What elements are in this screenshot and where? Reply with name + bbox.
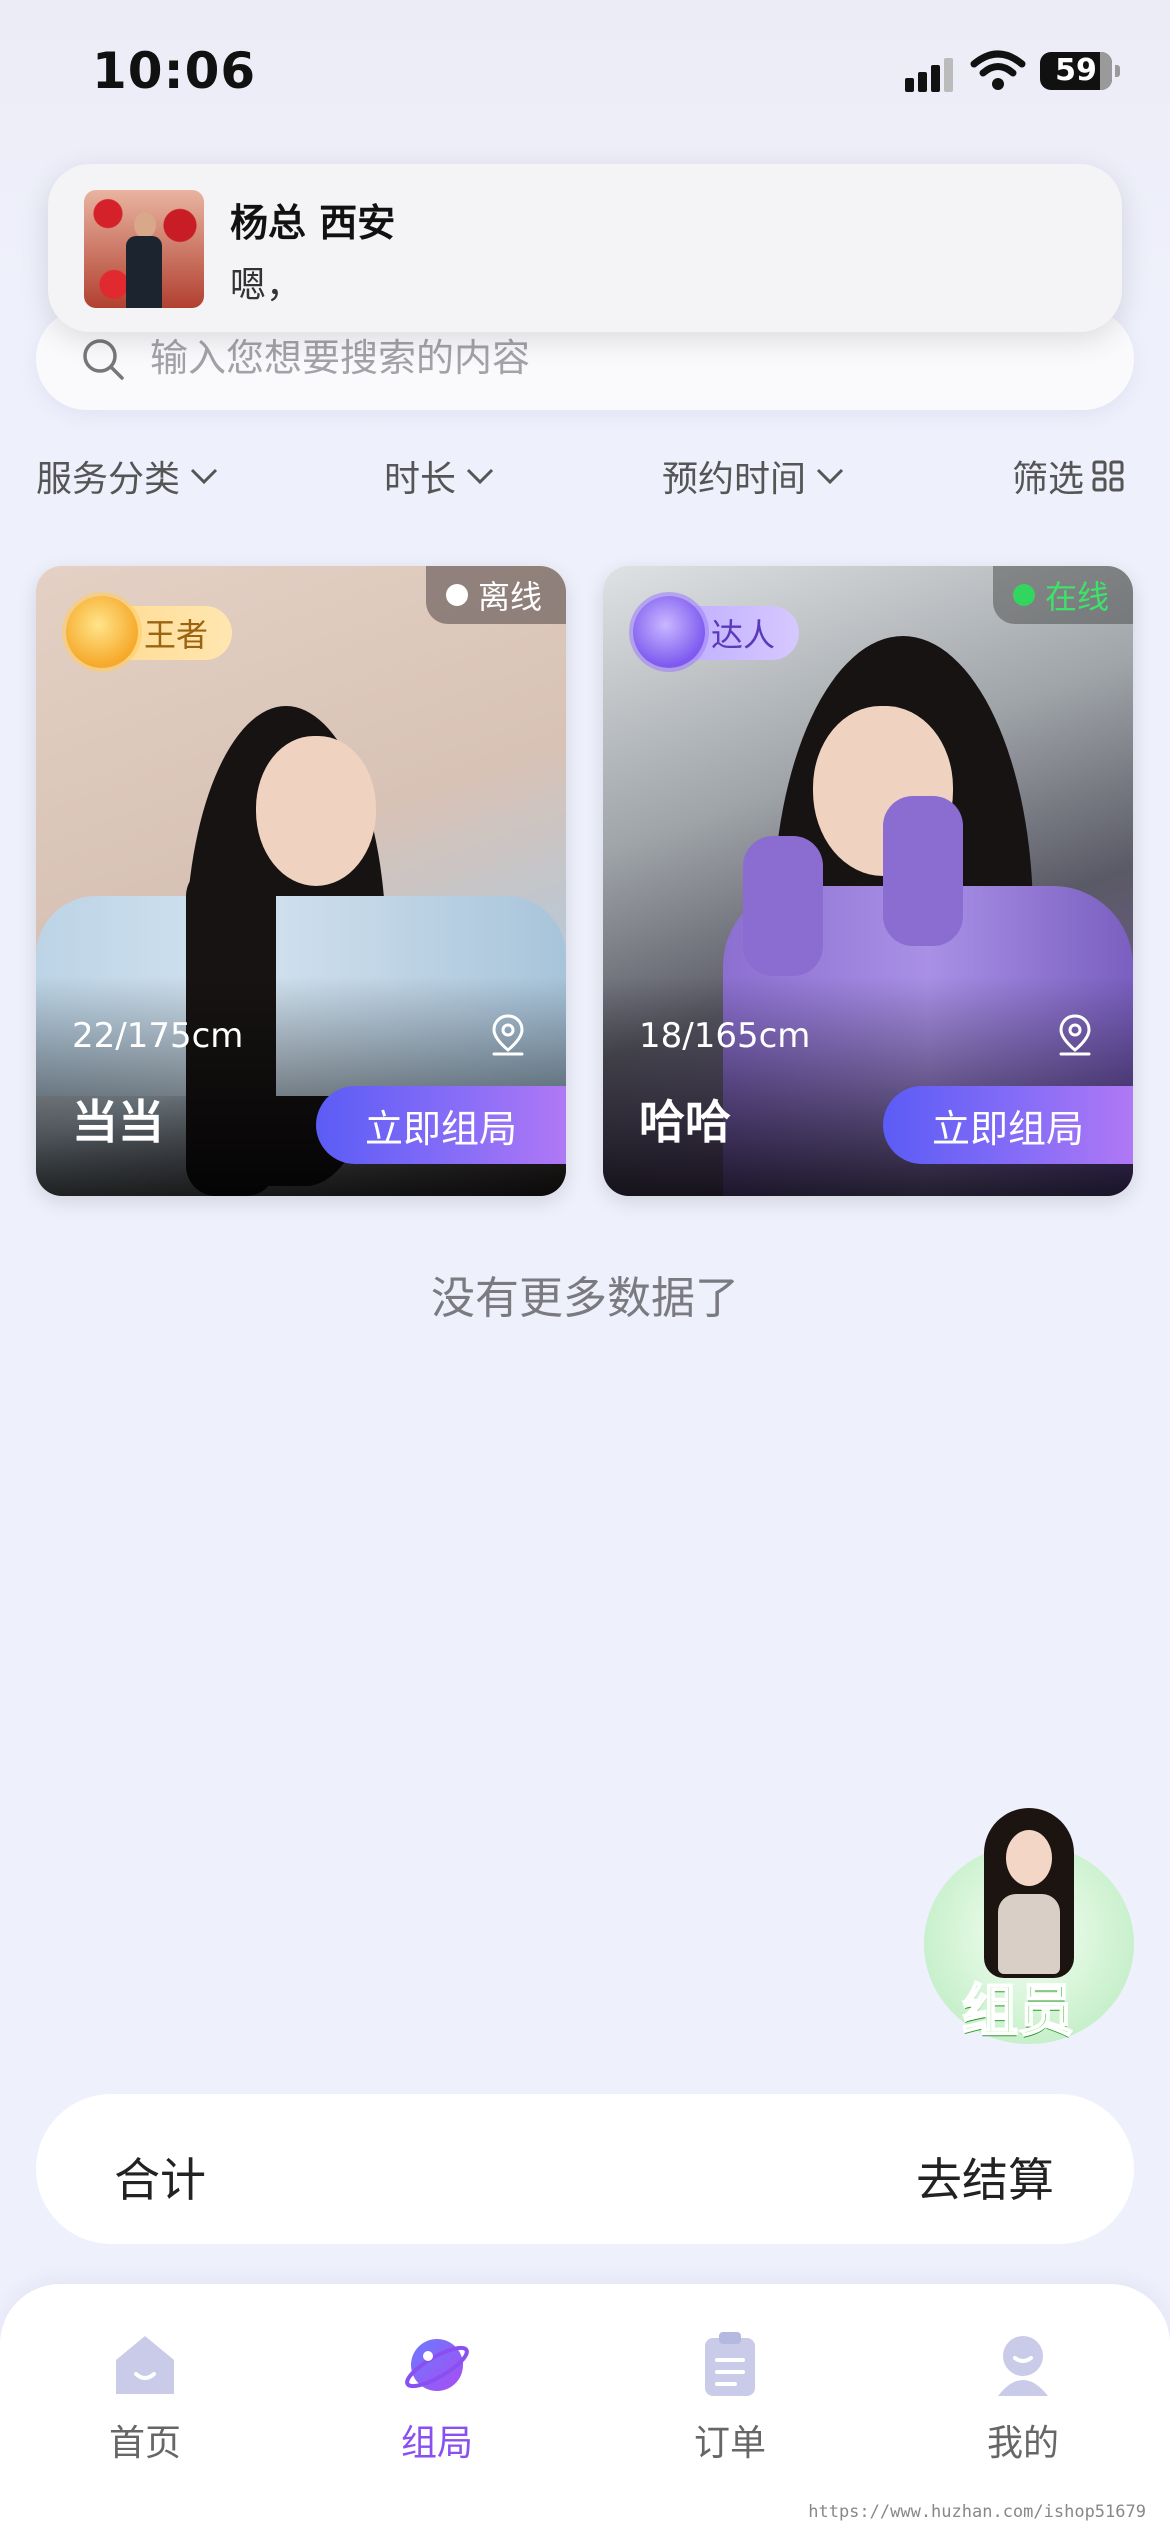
tab-label: 我的 bbox=[986, 2423, 1059, 2464]
location-pin-icon[interactable] bbox=[488, 1012, 528, 1058]
chevron-down-icon bbox=[190, 468, 218, 485]
team-member-float-button[interactable]: 组员 bbox=[924, 1808, 1134, 2045]
sender-avatar bbox=[84, 190, 204, 308]
profile-card[interactable]: 离线 王者 22/175cm 当当 立即组局 bbox=[36, 566, 566, 1196]
watermark-text: https://www.huzhan.com/ishop51679 bbox=[808, 2502, 1146, 2522]
tab-profile[interactable]: 我的 bbox=[943, 2306, 1103, 2464]
join-game-button[interactable]: 立即组局 bbox=[883, 1086, 1133, 1164]
filter-bar: 服务分类 时长 预约时间 筛选 bbox=[0, 446, 1170, 506]
search-icon bbox=[83, 339, 124, 380]
team-member-label: 组员 bbox=[961, 1978, 1075, 2045]
tab-orders[interactable]: 订单 bbox=[650, 2306, 810, 2464]
tab-home[interactable]: 首页 bbox=[65, 2306, 225, 2464]
status-bar: 10:06 59 bbox=[0, 0, 1170, 150]
profile-card[interactable]: 在线 达人 18/165cm 哈哈 立即组局 bbox=[603, 566, 1133, 1196]
filter-service-category[interactable]: 服务分类 bbox=[36, 446, 222, 506]
filter-appointment-time[interactable]: 预约时间 bbox=[662, 446, 848, 506]
status-time: 10:06 bbox=[92, 42, 257, 100]
rank-badge: 达人 bbox=[633, 596, 800, 668]
age-height: 18/165cm bbox=[639, 1016, 811, 1056]
filter-label: 筛选 bbox=[1012, 459, 1085, 500]
join-game-button[interactable]: 立即组局 bbox=[316, 1086, 566, 1164]
tab-label: 首页 bbox=[108, 2423, 181, 2464]
tab-group[interactable]: 组局 bbox=[357, 2306, 517, 2464]
checkout-button[interactable]: 去结算 bbox=[916, 2144, 1054, 2210]
battery-indicator: 59 bbox=[1040, 52, 1120, 90]
notification-message: 嗯， bbox=[230, 265, 303, 306]
filter-label: 服务分类 bbox=[36, 459, 181, 500]
rank-text: 王者 bbox=[144, 616, 209, 654]
status-text: 在线 bbox=[1044, 578, 1109, 616]
status-badge: 离线 bbox=[425, 566, 566, 624]
planet-icon bbox=[405, 2339, 469, 2391]
checkout-bar: 合计 去结算 bbox=[36, 2094, 1134, 2244]
total-label: 合计 bbox=[114, 2153, 206, 2207]
age-height: 22/175cm bbox=[72, 1016, 244, 1056]
status-dot bbox=[445, 584, 468, 606]
user-icon bbox=[998, 2336, 1048, 2396]
search-input[interactable] bbox=[150, 328, 1050, 388]
grid-icon bbox=[1092, 460, 1124, 492]
list-end-text: 没有更多数据了 bbox=[431, 1273, 739, 1324]
filter-label: 时长 bbox=[384, 459, 457, 500]
cellular-signal-icon bbox=[905, 56, 957, 92]
bottom-tab-bar: 首页 组局 订单 我的 https://www.huzhan.com/ishop… bbox=[0, 2284, 1170, 2532]
chevron-down-icon bbox=[816, 468, 844, 485]
battery-level: 59 bbox=[1055, 53, 1097, 88]
home-icon bbox=[116, 2336, 174, 2394]
tab-label: 订单 bbox=[693, 2423, 766, 2464]
rank-badge: 王者 bbox=[66, 596, 233, 668]
tab-label: 组局 bbox=[400, 2423, 473, 2464]
location-pin-icon[interactable] bbox=[1055, 1012, 1095, 1058]
filter-duration[interactable]: 时长 bbox=[384, 446, 498, 506]
rank-text: 达人 bbox=[711, 616, 776, 654]
profile-name: 当当 bbox=[72, 1095, 164, 1149]
clipboard-icon bbox=[705, 2332, 755, 2396]
profile-name: 哈哈 bbox=[639, 1095, 731, 1149]
notification-banner[interactable]: 杨总 西安 嗯， bbox=[48, 164, 1122, 332]
filter-label: 预约时间 bbox=[662, 459, 807, 500]
rank-emblem-icon bbox=[633, 596, 705, 668]
status-text: 离线 bbox=[477, 578, 542, 616]
status-dot bbox=[1012, 584, 1035, 606]
wifi-icon bbox=[970, 50, 1026, 90]
crown-icon bbox=[66, 596, 138, 668]
status-badge: 在线 bbox=[992, 566, 1133, 624]
filter-screen[interactable]: 筛选 bbox=[1012, 446, 1126, 506]
notification-sender: 杨总 西安 bbox=[230, 201, 396, 245]
chevron-down-icon bbox=[466, 468, 494, 485]
